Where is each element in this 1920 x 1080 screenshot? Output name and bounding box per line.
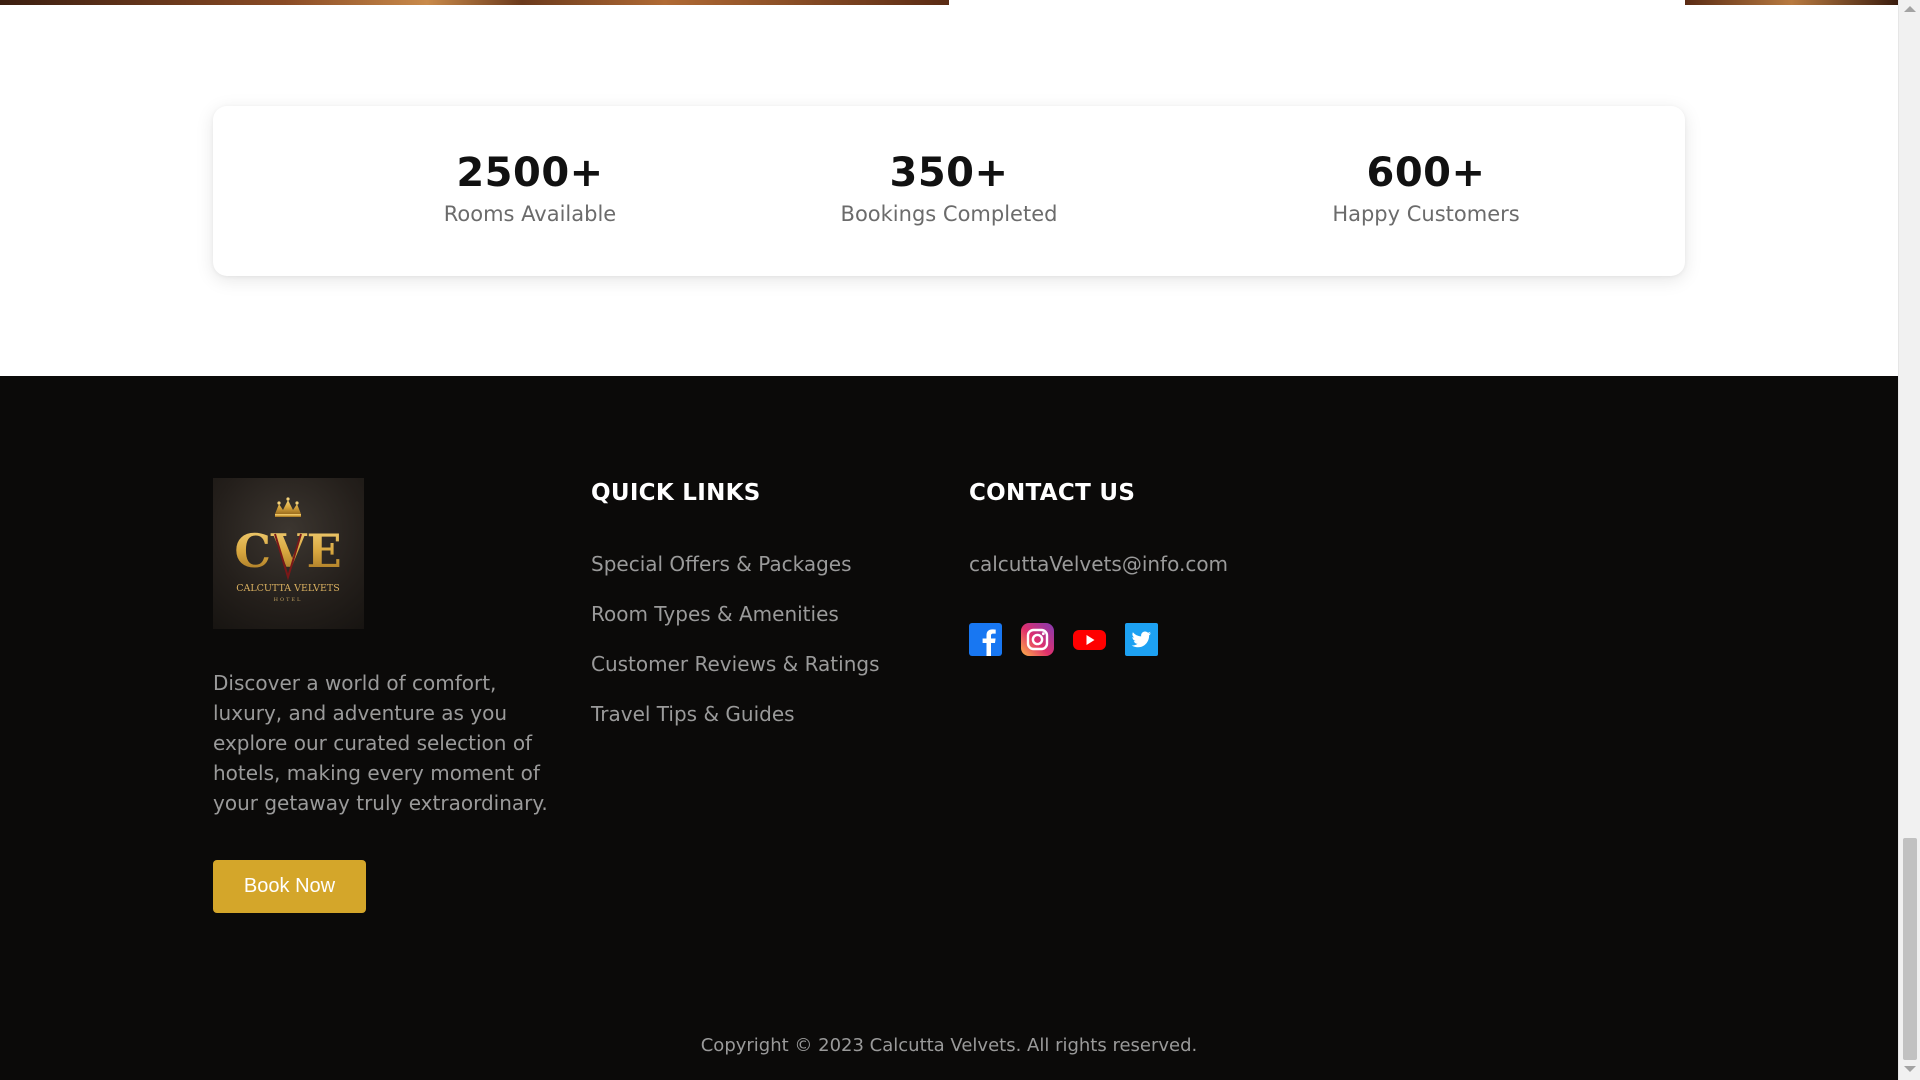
social-links	[969, 623, 1158, 656]
footer: CVE CALCUTTA VELVETS HOTEL Discover a wo…	[0, 376, 1898, 1080]
list-item: Travel Tips & Guides	[591, 702, 880, 752]
stat-label: Happy Customers	[1332, 202, 1520, 226]
quick-links-title: QUICK LINKS	[591, 480, 761, 506]
stats-card: 2500+ Rooms Available 350+ Bookings Comp…	[213, 106, 1685, 276]
page-scrollbar[interactable]	[1898, 0, 1920, 1080]
youtube-icon[interactable]	[1073, 623, 1106, 656]
about-text: Discover a world of comfort, luxury, and…	[213, 671, 548, 815]
stat-customers: 600+ Happy Customers	[1266, 106, 1586, 226]
twitter-icon[interactable]	[1125, 623, 1158, 656]
crown-monogram-logo: CVE CALCUTTA VELVETS HOTEL	[234, 497, 342, 603]
stat-rooms: 2500+ Rooms Available	[370, 106, 690, 226]
svg-text:HOTEL: HOTEL	[274, 597, 303, 603]
facebook-icon[interactable]	[969, 623, 1002, 656]
contact-email-link[interactable]: calcuttaVelvets@info.com	[969, 552, 1228, 576]
list-item: Room Types & Amenities	[591, 602, 880, 652]
link-room-types[interactable]: Room Types & Amenities	[591, 602, 839, 626]
quick-links-list: Special Offers & Packages Room Types & A…	[591, 552, 880, 752]
stat-bookings: 350+ Bookings Completed	[789, 106, 1109, 226]
page: 2500+ Rooms Available 350+ Bookings Comp…	[0, 0, 1898, 1080]
stat-label: Rooms Available	[443, 202, 617, 226]
brand-logo[interactable]: CVE CALCUTTA VELVETS HOTEL	[213, 478, 364, 629]
list-item: Customer Reviews & Ratings	[591, 652, 880, 702]
svg-text:CALCUTTA VELVETS: CALCUTTA VELVETS	[236, 583, 340, 594]
scroll-down-arrow[interactable]	[1904, 1066, 1916, 1072]
stat-value: 350+	[889, 150, 1009, 196]
contact-title: CONTACT US	[969, 480, 1136, 506]
gallery-image-edge	[1685, 0, 1898, 5]
link-special-offers[interactable]: Special Offers & Packages	[591, 552, 852, 576]
copyright-text: Copyright © 2023 Calcutta Velvets. All r…	[700, 1035, 1198, 1056]
scrollbar-thumb[interactable]	[1903, 838, 1917, 1060]
book-now-button[interactable]: Book Now	[213, 860, 366, 913]
scroll-up-arrow[interactable]	[1904, 6, 1916, 12]
gallery-image-edge	[0, 0, 949, 5]
link-customer-reviews[interactable]: Customer Reviews & Ratings	[591, 652, 880, 676]
instagram-icon[interactable]	[1021, 623, 1054, 656]
link-travel-tips[interactable]: Travel Tips & Guides	[591, 702, 795, 726]
stat-label: Bookings Completed	[840, 202, 1058, 226]
stat-value: 2500+	[456, 150, 604, 196]
stat-value: 600+	[1366, 150, 1486, 196]
svg-text:CVE: CVE	[234, 524, 341, 578]
list-item: Special Offers & Packages	[591, 552, 880, 602]
